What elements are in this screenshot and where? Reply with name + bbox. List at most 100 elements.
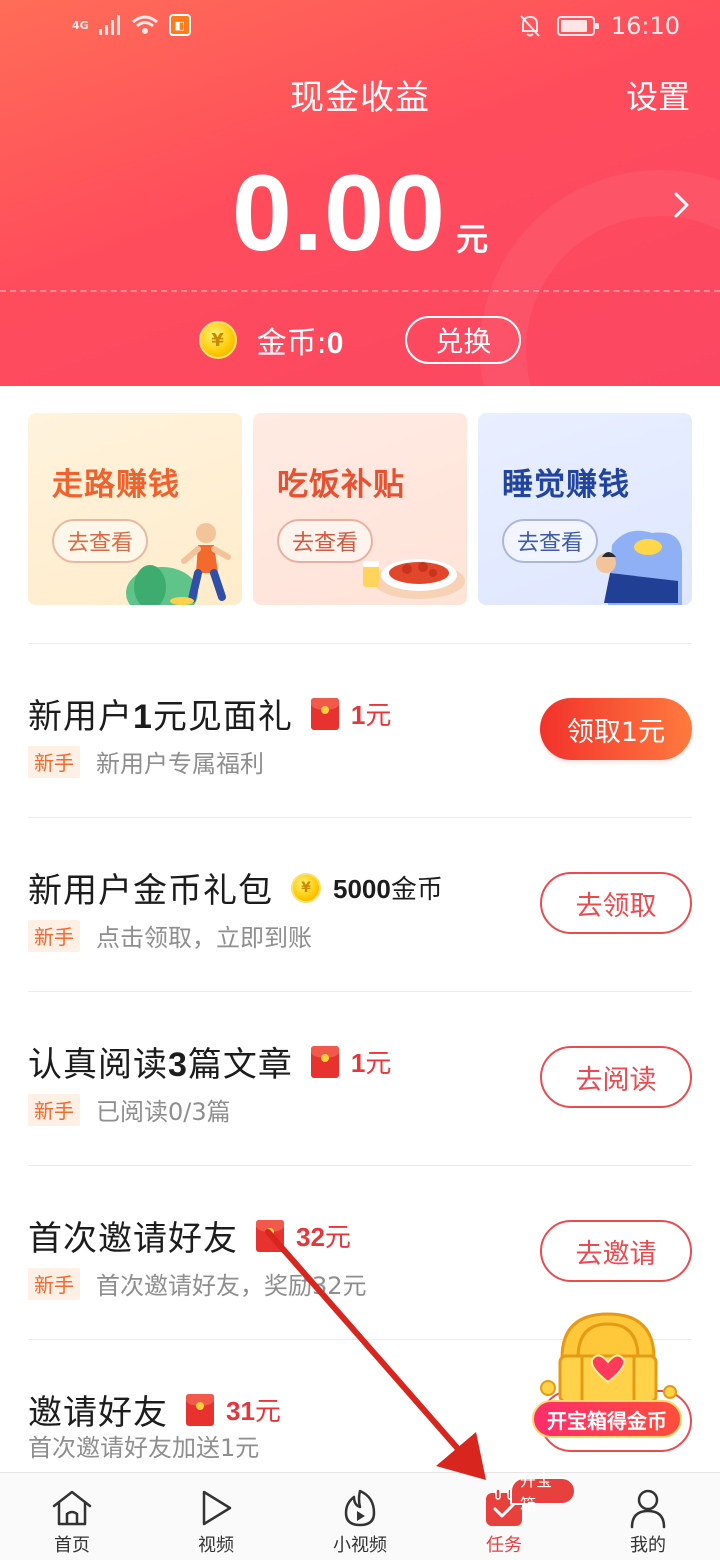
coin-value: 0 [326, 327, 344, 360]
go-invite-button[interactable]: 去邀请 [540, 1220, 692, 1282]
gold-coin-icon: ¥ [198, 321, 237, 359]
card-title: 吃饭补贴 [277, 467, 405, 503]
balance-amount: 0.00 [231, 152, 447, 273]
crayfish-dish-illustration [363, 559, 465, 599]
balance-unit: 元 [456, 220, 489, 258]
task-sub-row: 首次邀请好友加送1元 [28, 1428, 259, 1463]
nav-label: 我的 [630, 1535, 666, 1556]
earnings-header: 4G ◧ 16:10 现金收益 设置 0.00 元 ¥ 金币:0 兑换 [0, 0, 720, 386]
task-sub-row: 新手 首次邀请好友，奖励32元 [28, 1266, 367, 1301]
play-icon [196, 1487, 236, 1529]
coin-label: 金币: [256, 326, 327, 361]
profile-icon [628, 1487, 668, 1529]
task-row: 新用户1元见面礼 1元 新手 新用户专属福利 领取1元 [28, 643, 692, 817]
task-reward: 31元 [186, 1391, 281, 1428]
task-title-part: 元见面礼 [152, 697, 293, 737]
card-sleep-earn[interactable]: 睡觉赚钱 去查看 [478, 413, 692, 605]
red-packet-icon [186, 1393, 214, 1426]
task-sub-row: 新手 点击领取，立即到账 [28, 918, 312, 953]
task-title: 首次邀请好友 [28, 1219, 238, 1259]
wifi-icon [131, 15, 158, 34]
running-person-illustration [126, 523, 231, 605]
chevron-right-icon[interactable] [672, 190, 692, 220]
task-sub-row: 新手 已阅读0/3篇 [28, 1092, 231, 1127]
task-subtitle: 首次邀请好友，奖励32元 [96, 1272, 367, 1300]
task-title-row: 认真阅读3篇文章 1元 [28, 1037, 391, 1086]
task-reward: 1元 [310, 1043, 391, 1080]
status-bar: 4G ◧ 16:10 [0, 0, 720, 56]
reward-unit: 元 [254, 1397, 281, 1427]
card-meal-subsidy[interactable]: 吃饭补贴 去查看 [253, 413, 467, 605]
nav-home[interactable]: 首页 [0, 1473, 144, 1560]
newbie-tag: 新手 [28, 1267, 80, 1300]
reward-number: 1 [350, 700, 366, 730]
reward-amount: 32元 [296, 1217, 351, 1254]
exchange-button[interactable]: 兑换 [405, 316, 522, 364]
reward-unit: 金币 [390, 875, 443, 905]
battery-icon [556, 16, 599, 36]
reward-amount: 1元 [351, 695, 391, 732]
task-row: 认真阅读3篇文章 1元 新手 已阅读0/3篇 去阅读 [28, 991, 692, 1165]
reward-number: 1 [350, 1048, 366, 1078]
coin-row: ¥ 金币:0 兑换 [0, 315, 720, 365]
reward-number: 32 [296, 1222, 325, 1252]
go-read-button[interactable]: 去阅读 [540, 1046, 692, 1108]
task-title-number: 3 [168, 1046, 188, 1084]
task-title: 认真阅读3篇文章 [28, 1037, 293, 1086]
task-title-row: 邀请好友 31元 [28, 1385, 281, 1434]
task-title-part: 认真阅读 [28, 1045, 168, 1085]
reward-amount: 31元 [226, 1391, 281, 1428]
task-title-row: 新用户金币礼包 ¥ 5000金币 [28, 863, 443, 912]
red-packet-icon [310, 697, 339, 730]
card-title: 走路赚钱 [52, 467, 180, 503]
nav-label: 小视频 [333, 1535, 387, 1556]
mute-bell-icon [520, 15, 540, 37]
card-title: 睡觉赚钱 [502, 467, 630, 503]
status-left: 4G ◧ [72, 14, 191, 36]
nav-profile[interactable]: 我的 [576, 1473, 720, 1560]
newbie-tag: 新手 [28, 1093, 80, 1126]
task-subtitle: 首次邀请好友加送1元 [28, 1434, 260, 1462]
reward-number: 31 [226, 1396, 255, 1426]
treasure-chest-button[interactable]: 开宝箱得金币 [528, 1308, 688, 1448]
page-title: 现金收益 [290, 78, 430, 118]
red-packet-icon [256, 1219, 284, 1252]
cash-balance[interactable]: 0.00 元 [0, 150, 720, 275]
nav-label: 首页 [54, 1535, 90, 1556]
red-packet-icon [310, 1045, 339, 1078]
nav-label: 视频 [198, 1535, 234, 1556]
task-subtitle: 点击领取，立即到账 [96, 924, 312, 952]
claim-1-yuan-button[interactable]: 领取1元 [540, 698, 692, 760]
card-walk-earn[interactable]: 走路赚钱 去查看 [28, 413, 242, 605]
small-video-icon [340, 1487, 380, 1529]
reward-amount: 5000金币 [333, 869, 443, 906]
task-reward: 1元 [310, 695, 391, 732]
home-icon [50, 1487, 94, 1529]
nav-small-video[interactable]: 小视频 [288, 1473, 432, 1560]
newbie-tag: 新手 [28, 919, 80, 952]
task-reward: 32元 [256, 1217, 351, 1254]
task-title: 新用户金币礼包 [28, 871, 273, 911]
newbie-tag: 新手 [28, 745, 80, 778]
nav-tasks[interactable]: 任务 开宝箱 [432, 1471, 576, 1560]
reward-amount: 1元 [351, 1043, 391, 1080]
task-title-row: 首次邀请好友 32元 [28, 1211, 351, 1260]
task-subtitle: 已阅读0/3篇 [96, 1098, 231, 1126]
sleeping-person-illustration [596, 530, 682, 605]
reward-unit: 元 [324, 1223, 351, 1253]
reward-unit: 元 [365, 701, 392, 731]
nav-video[interactable]: 视频 [144, 1473, 288, 1560]
app-notification-icon: ◧ [168, 14, 191, 36]
claim-coins-button[interactable]: 去领取 [540, 872, 692, 934]
task-title: 新用户1元见面礼 [28, 689, 293, 738]
task-title-part: 篇文章 [187, 1045, 293, 1085]
task-row: 新用户金币礼包 ¥ 5000金币 新手 点击领取，立即到账 去领取 [28, 817, 692, 991]
clock: 16:10 [610, 12, 680, 40]
settings-button[interactable]: 设置 [626, 72, 690, 118]
earn-cards: 走路赚钱 去查看 吃饭补贴 去查看 睡觉赚钱 去查看 [28, 413, 692, 605]
task-title-part: 新用户 [28, 697, 133, 737]
network-type: 4G [72, 18, 89, 32]
coin-balance: 金币:0 [257, 318, 344, 362]
gold-coin-icon: ¥ [291, 872, 321, 903]
task-title: 邀请好友 [28, 1393, 168, 1433]
